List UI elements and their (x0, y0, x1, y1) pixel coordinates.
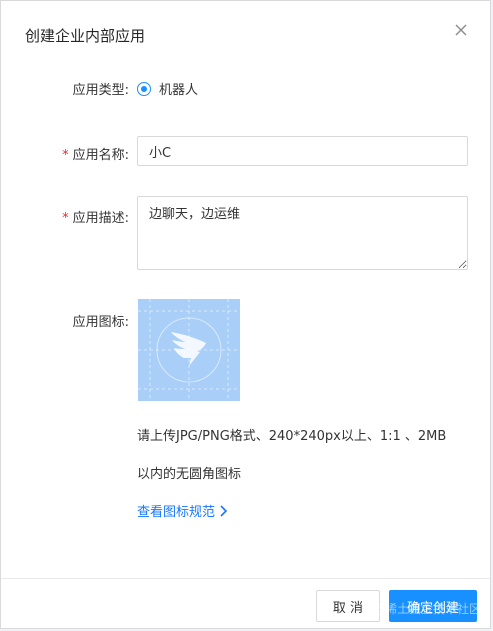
cancel-button[interactable]: 取 消 (316, 590, 380, 622)
chevron-right-icon (220, 504, 228, 517)
dingtalk-bird-icon (138, 299, 240, 401)
confirm-create-button[interactable]: 确定创建 (389, 590, 477, 622)
app-description-label: * 应用描述: (62, 211, 129, 226)
footer-divider (1, 578, 490, 579)
app-icon-label: 应用图标: (72, 315, 129, 330)
app-name-label: * 应用名称: (62, 148, 129, 163)
app-description-textarea[interactable]: 边聊天，边运维 (137, 196, 468, 270)
icon-hint-line1: 请上传JPG/PNG格式、240*240px以上、1:1 、2MB (137, 429, 447, 444)
app-name-input[interactable] (137, 136, 468, 166)
app-icon-upload[interactable] (138, 299, 240, 401)
create-app-dialog: 创建企业内部应用 应用类型: 机器人 *应用名称: *应用描述: 边聊天，边运维… (0, 0, 491, 629)
app-type-label: 应用类型: (72, 83, 129, 98)
radio-checked-icon (137, 81, 151, 96)
icon-guide-link[interactable]: 查看图标规范 (137, 501, 229, 520)
required-mark: * (62, 211, 69, 226)
required-mark: * (62, 148, 69, 163)
app-type-radio-robot[interactable]: 机器人 (137, 79, 198, 98)
dialog-title: 创建企业内部应用 (25, 27, 146, 45)
radio-option-label: 机器人 (159, 83, 199, 98)
close-icon[interactable] (452, 21, 470, 39)
icon-hint-line2: 以内的无圆角图标 (137, 467, 242, 482)
